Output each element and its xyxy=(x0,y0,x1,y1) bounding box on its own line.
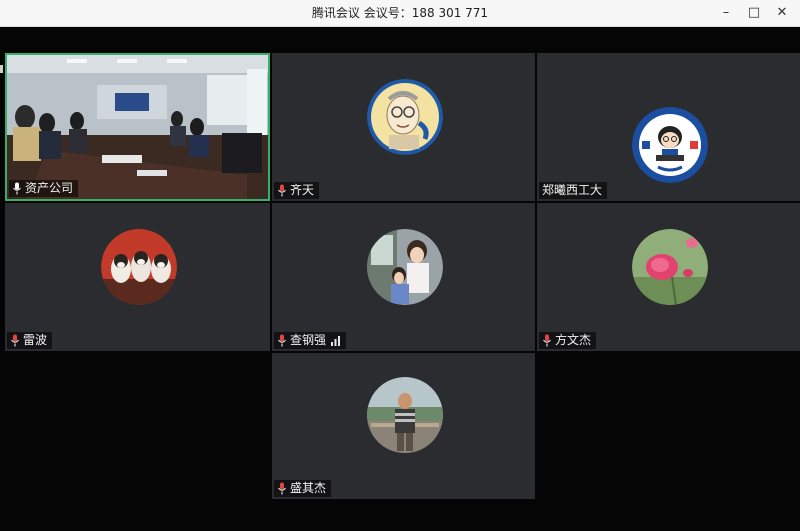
pink-flower-photo-avatar xyxy=(632,229,708,305)
participant-nameplate: 齐天 xyxy=(274,182,320,199)
conference-room-video xyxy=(7,55,268,199)
participant-name: 郑曦西工大 xyxy=(542,183,603,197)
participant-name: 齐天 xyxy=(290,183,315,197)
close-button[interactable]: ✕ xyxy=(768,0,796,26)
participant-tile-7[interactable]: 盛其杰 xyxy=(272,353,535,499)
signal-bars-icon xyxy=(331,336,341,346)
participant-tile-4[interactable]: 雷波 xyxy=(5,203,270,351)
minimize-button[interactable]: – xyxy=(712,0,740,26)
participant-tile-1[interactable]: 资产公司 xyxy=(5,53,270,201)
participant-name: 雷波 xyxy=(23,333,48,347)
tencent-meeting-window: 腾讯会议 会议号：188 301 771 – □ ✕ 资产公司 齐天 郑曦西工大… xyxy=(0,0,800,531)
participant-tile-6[interactable]: 方文杰 xyxy=(537,203,800,351)
maximize-button[interactable]: □ xyxy=(740,0,768,26)
edge-marker xyxy=(0,65,3,73)
cartoon-portrait-avatar xyxy=(367,79,443,155)
participant-nameplate: 雷波 xyxy=(7,332,53,349)
man-outdoor-photo-avatar xyxy=(367,377,443,453)
participant-tile-5[interactable]: 查钢强 xyxy=(272,203,535,351)
window-controls: – □ ✕ xyxy=(712,0,796,26)
children-photo-avatar xyxy=(367,229,443,305)
participant-name: 查钢强 xyxy=(290,333,327,347)
participant-nameplate: 资产公司 xyxy=(9,180,79,197)
participant-nameplate: 查钢强 xyxy=(274,332,347,349)
participant-nameplate: 方文杰 xyxy=(539,332,597,349)
participant-name: 方文杰 xyxy=(555,333,592,347)
cartoon-badge-avatar xyxy=(632,107,708,183)
window-title: 腾讯会议 会议号：188 301 771 xyxy=(311,6,489,20)
mic-muted-icon xyxy=(11,334,19,347)
puppies-photo-avatar xyxy=(101,229,177,305)
participant-tile-3[interactable]: 郑曦西工大 xyxy=(537,53,800,201)
participant-name: 盛其杰 xyxy=(290,481,327,495)
mic-muted-icon xyxy=(543,334,551,347)
participant-nameplate: 郑曦西工大 xyxy=(539,182,608,199)
mic-muted-icon xyxy=(278,334,286,347)
mic-on-icon xyxy=(13,182,21,195)
title-bar: 腾讯会议 会议号：188 301 771 – □ ✕ xyxy=(0,0,800,27)
participant-nameplate: 盛其杰 xyxy=(274,480,332,497)
participant-name: 资产公司 xyxy=(25,181,74,195)
mic-muted-icon xyxy=(278,482,286,495)
participant-tile-2[interactable]: 齐天 xyxy=(272,53,535,201)
video-grid: 资产公司 齐天 郑曦西工大 雷波 查钢强 方文杰 盛其杰 xyxy=(0,27,800,531)
mic-muted-icon xyxy=(278,184,286,197)
